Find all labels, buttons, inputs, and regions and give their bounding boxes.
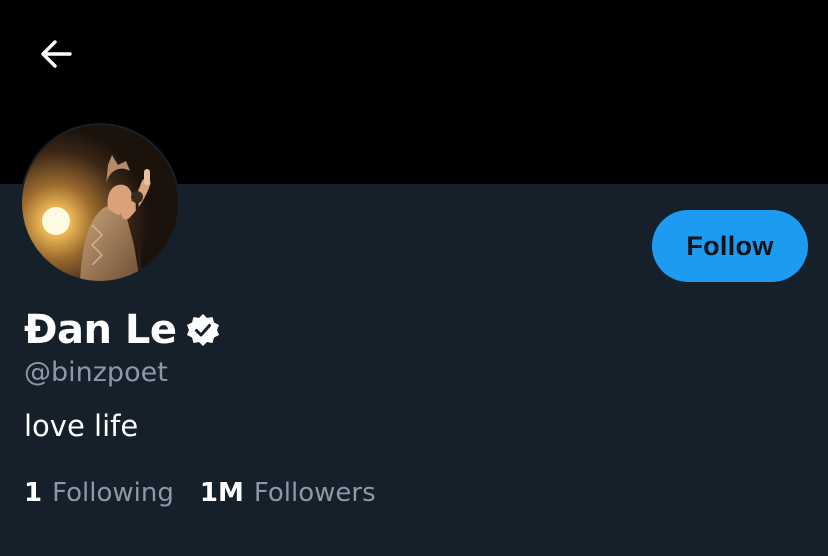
bio-text: love life <box>24 409 139 443</box>
profile-page: Follow Đan Le @binzpoet love life 1 Foll… <box>0 0 828 556</box>
following-count: 1 <box>24 478 43 508</box>
back-button[interactable] <box>28 28 84 84</box>
user-handle: @binzpoet <box>24 357 168 388</box>
followers-label: Followers <box>253 478 376 508</box>
display-name: Đan Le <box>24 307 177 353</box>
following-stat[interactable]: 1 Following <box>24 476 174 510</box>
follow-stats: 1 Following 1M Followers <box>24 476 376 510</box>
followers-count: 1M <box>199 478 244 508</box>
avatar[interactable] <box>20 123 180 283</box>
followers-stat[interactable]: 1M Followers <box>200 476 376 510</box>
verified-badge-icon <box>185 312 221 348</box>
arrow-left-icon <box>36 34 76 79</box>
following-label: Following <box>52 478 174 508</box>
follow-button[interactable]: Follow <box>652 210 808 282</box>
name-row: Đan Le <box>24 306 221 354</box>
